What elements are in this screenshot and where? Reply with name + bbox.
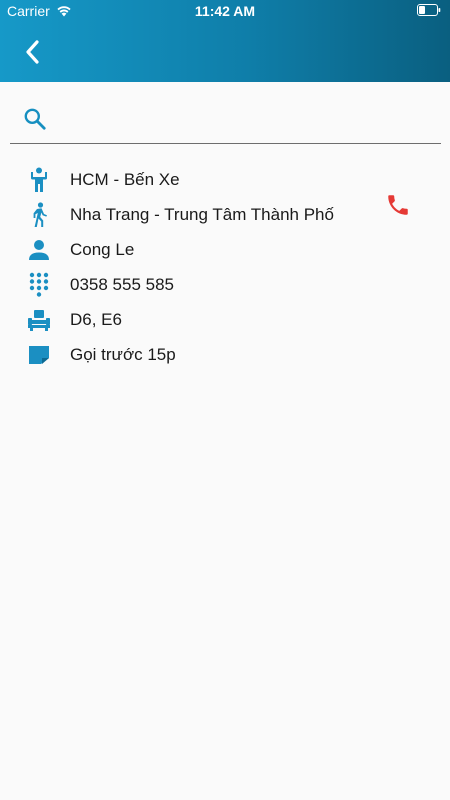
phone-call-icon xyxy=(388,195,408,215)
search-bar xyxy=(10,98,441,144)
note-text: Gọi trước 15p xyxy=(70,344,176,364)
chevron-left-icon xyxy=(26,40,39,64)
person-standing-icon xyxy=(25,166,53,194)
seats-row: D6, E6 xyxy=(0,302,450,337)
dialpad-icon xyxy=(25,271,53,299)
phone-row: 0358 555 585 xyxy=(0,267,450,302)
call-button[interactable] xyxy=(385,192,411,218)
search-input[interactable] xyxy=(58,102,432,138)
dropoff-row: Nha Trang - Trung Tâm Thành Phố xyxy=(0,197,450,232)
person-icon xyxy=(25,236,53,264)
app-bar: Carrier 11:42 AM xyxy=(0,0,450,82)
dropoff-text: Nha Trang - Trung Tâm Thành Phố xyxy=(70,204,334,224)
status-time: 11:42 AM xyxy=(194,3,256,19)
phone-number: 0358 555 585 xyxy=(70,274,174,294)
customer-name: Cong Le xyxy=(70,239,135,259)
back-button[interactable] xyxy=(14,34,50,70)
pickup-row: HCM - Bến Xe xyxy=(0,162,450,197)
seat-icon xyxy=(25,306,53,334)
search-icon[interactable] xyxy=(22,106,48,132)
battery-icon xyxy=(417,4,441,16)
pickup-text: HCM - Bến Xe xyxy=(70,169,180,189)
seat-numbers: D6, E6 xyxy=(70,309,122,329)
walking-person-icon xyxy=(25,201,53,229)
customer-row: Cong Le xyxy=(0,232,450,267)
status-bar: Carrier 11:42 AM xyxy=(0,0,450,22)
note-row: Gọi trước 15p xyxy=(0,337,450,372)
trip-info-list: HCM - Bến Xe Nha Trang - Trung Tâm Thành… xyxy=(0,162,450,372)
note-icon xyxy=(25,341,53,369)
